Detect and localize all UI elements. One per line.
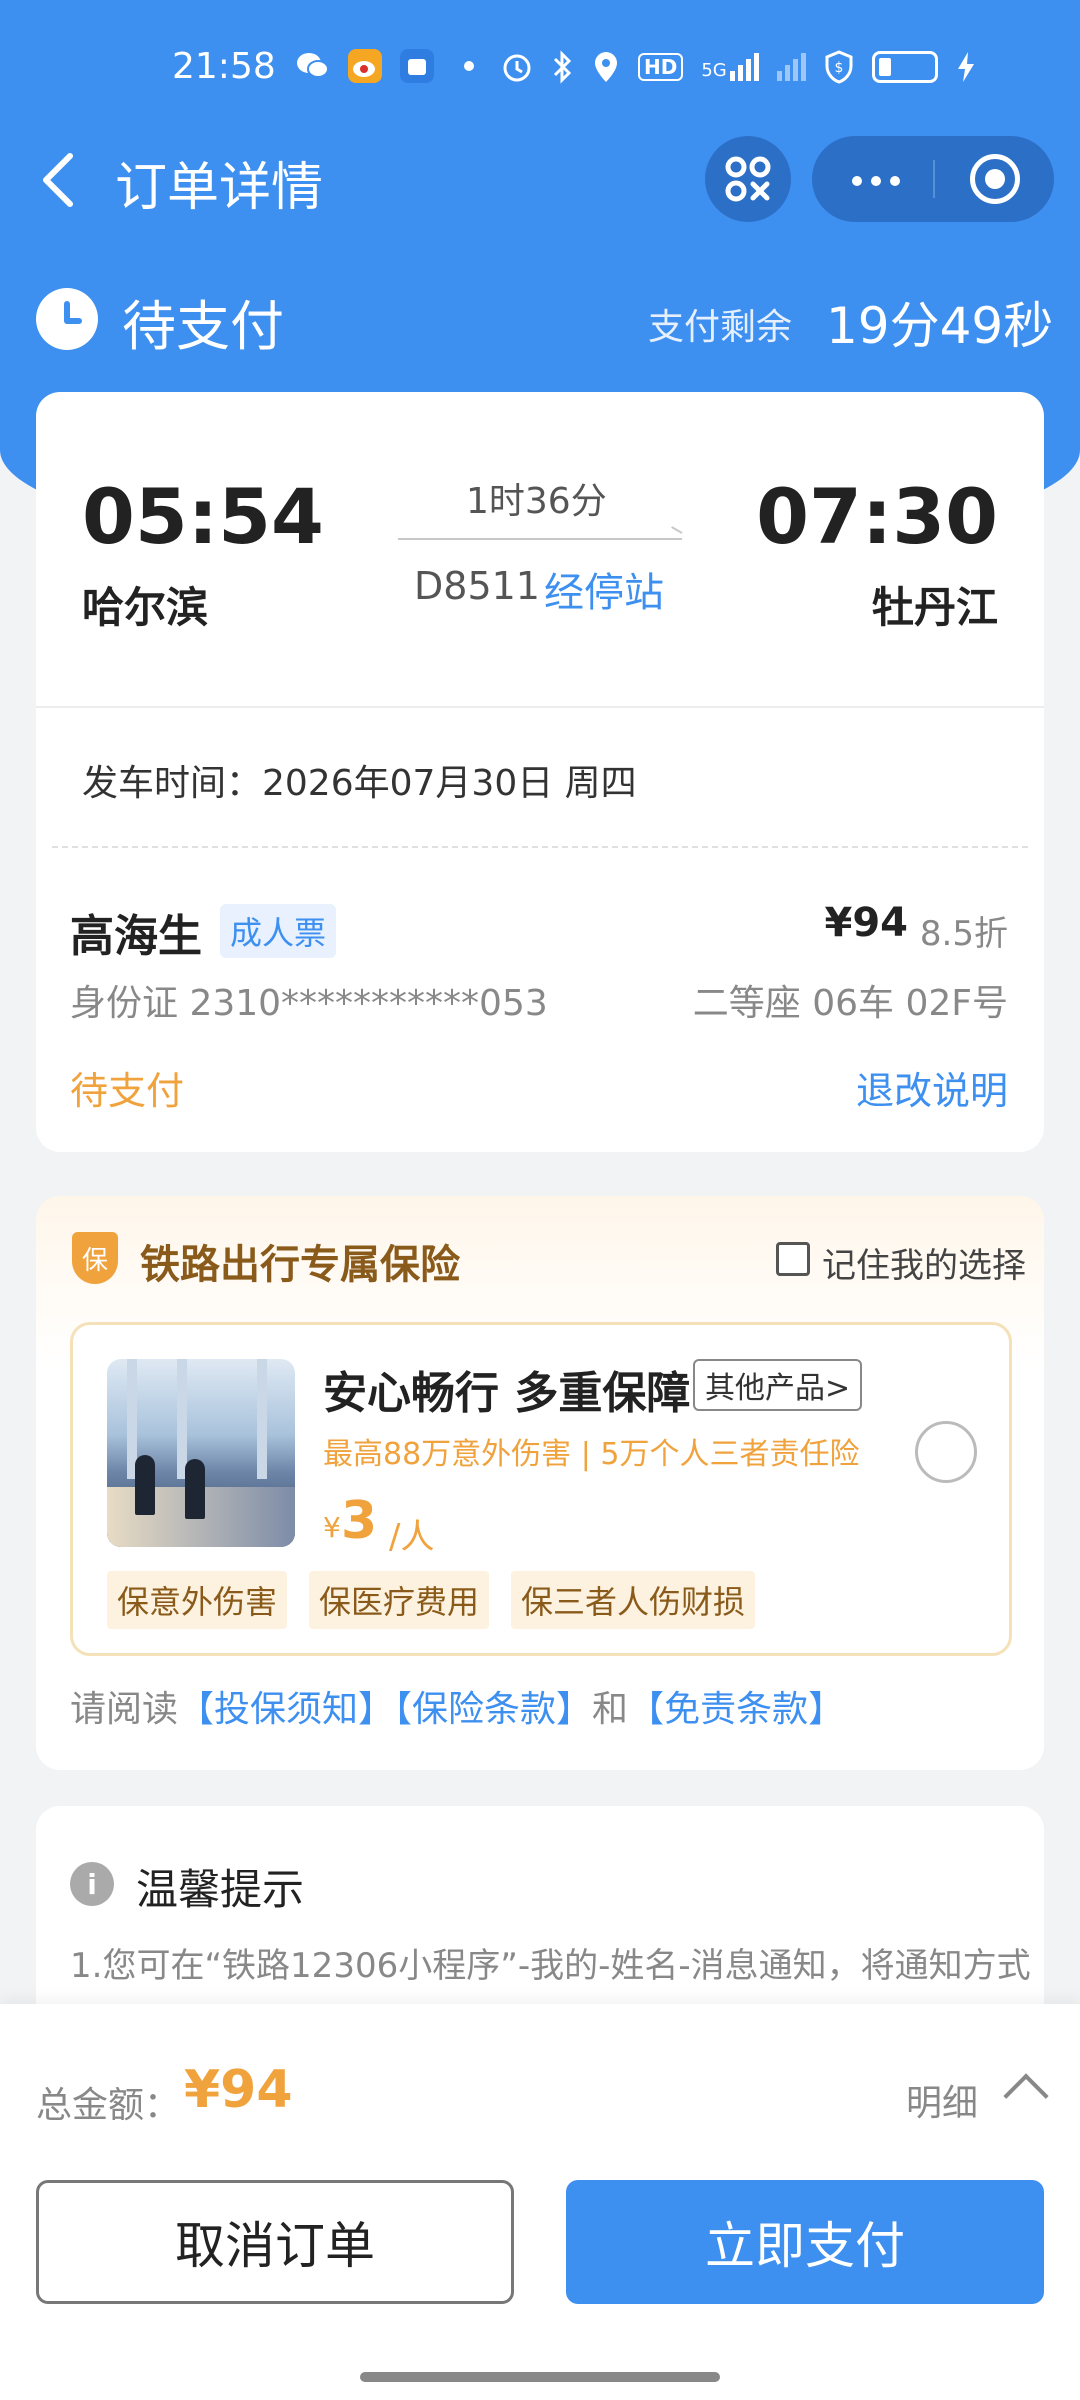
cancel-order-button[interactable]: 取消订单	[36, 2180, 514, 2304]
order-status-label: 待支付	[122, 295, 284, 358]
more-icon[interactable]	[852, 176, 900, 186]
departure-date: 发车时间：2026年07月30日 周四	[82, 763, 637, 804]
alarm-icon	[503, 54, 531, 82]
scan-button[interactable]	[705, 136, 791, 222]
insurance-terms-link[interactable]: 【保险条款】	[394, 1689, 592, 1730]
dashed-divider	[52, 846, 1028, 848]
system-icons: HD 5G $	[500, 50, 976, 84]
shield-icon: $	[825, 50, 853, 84]
seat-info: 二等座 06车 02F号	[692, 983, 1008, 1024]
insurance-price-symbol: ¥	[323, 1511, 341, 1544]
ticket-status: 待支付	[70, 1069, 185, 1113]
ticket-type-badge: 成人票	[220, 904, 337, 958]
detail-toggle[interactable]: 明细	[906, 2074, 978, 2126]
close-miniprogram-icon[interactable]	[970, 154, 1020, 204]
ticket-price: ¥94	[824, 900, 909, 946]
dot-icon	[451, 48, 487, 84]
tips-text: 1.您可在“铁路12306小程序”-我的-姓名-消息通知，将通知方式	[70, 1946, 1031, 1986]
insurance-title: 铁路出行专属保险	[140, 1242, 460, 1288]
wechat-icon	[295, 48, 331, 84]
departure-station: 哈尔滨	[82, 583, 209, 632]
refund-policy-link[interactable]: 退改说明	[856, 1060, 1008, 1115]
insurance-price: 3	[341, 1491, 378, 1551]
remember-choice-label[interactable]: 记住我的选择	[822, 1238, 1026, 1287]
ticket-notch-left	[12, 830, 36, 866]
trip-duration: 1时36分	[466, 481, 607, 522]
remember-choice-checkbox[interactable]	[776, 1242, 810, 1276]
departure-time: 05:54	[82, 472, 324, 561]
bluetooth-icon	[553, 50, 572, 84]
insurance-product[interactable]: 安心畅行 多重保障 其他产品> 最高88万意外伤害 | 5万个人三者责任险 ¥ …	[70, 1322, 1012, 1656]
bottom-bar: 总金额： ¥94 明细 取消订单 立即支付	[0, 2004, 1080, 2400]
insurance-shield-icon: 保	[72, 1232, 118, 1284]
terms-prefix: 请阅读	[70, 1689, 179, 1730]
payment-countdown: 19分49秒	[826, 297, 1054, 355]
arrival-station: 牡丹江	[871, 583, 998, 632]
chevron-up-icon[interactable]	[1003, 2073, 1049, 2119]
ticket-notch-right	[1044, 830, 1068, 866]
notification-icons	[295, 48, 487, 84]
passenger-name: 高海生	[70, 911, 202, 962]
other-products-button[interactable]: 其他产品>	[693, 1359, 863, 1411]
passenger-id: 身份证 2310***********053	[70, 983, 548, 1024]
signal-icon	[776, 53, 806, 81]
page-title: 订单详情	[115, 158, 324, 218]
ticket-discount: 8.5折	[919, 914, 1008, 954]
charging-icon	[957, 52, 974, 82]
insurance-tag: 保三者人伤财损	[511, 1571, 756, 1629]
insurance-terms: 请阅读【投保须知】【保险条款】和【免责条款】	[70, 1680, 844, 1732]
trip-card: 05:54 07:30 哈尔滨 牡丹江 1时36分 D8511 经停站 发车时间…	[36, 392, 1044, 1152]
hd-icon: HD	[638, 53, 684, 81]
capsule-menu	[812, 136, 1054, 222]
stops-link[interactable]: 经停站	[544, 560, 664, 618]
scan-icon	[725, 156, 771, 202]
trip-arrow	[398, 538, 682, 540]
status-time: 21:58	[172, 46, 276, 87]
insurance-notice-link[interactable]: 【投保须知】	[178, 1689, 394, 1730]
terms-and: 和	[592, 1689, 629, 1730]
status-bar: 21:58 HD 5G $	[0, 40, 1080, 100]
train-number: D8511	[414, 564, 540, 608]
exemption-terms-link[interactable]: 【免责条款】	[628, 1689, 844, 1730]
location-icon	[595, 52, 617, 82]
insurance-tags: 保意外伤害 保医疗费用 保三者人伤财损	[107, 1571, 756, 1629]
clock-icon	[36, 288, 98, 350]
insurance-select-radio[interactable]	[915, 1421, 977, 1483]
info-icon: i	[70, 1862, 114, 1906]
insurance-price-unit: /人	[389, 1517, 435, 1557]
app-icon	[399, 48, 435, 84]
insurance-description: 最高88万意外伤害 | 5万个人三者责任险	[323, 1437, 860, 1472]
back-arrow-icon[interactable]	[36, 150, 80, 210]
insurance-product-image	[107, 1359, 295, 1547]
payment-remaining-label: 支付剩余	[648, 307, 793, 348]
total-amount: ¥94	[184, 2060, 293, 2120]
pay-now-button[interactable]: 立即支付	[566, 2180, 1044, 2304]
insurance-product-name: 安心畅行 多重保障	[323, 1368, 691, 1419]
insurance-tag: 保意外伤害	[107, 1571, 288, 1629]
home-indicator[interactable]	[360, 2372, 720, 2382]
battery-icon	[871, 51, 938, 83]
divider	[36, 706, 1044, 708]
capsule-divider	[933, 160, 935, 198]
network-type: 5G	[701, 60, 727, 81]
5g-signal-icon: 5G	[701, 53, 759, 81]
weibo-icon	[347, 48, 383, 84]
insurance-card: 保 铁路出行专属保险 记住我的选择 安心畅行 多重保障 其他产品> 最高88万意…	[36, 1196, 1044, 1770]
arrival-time: 07:30	[756, 472, 998, 561]
total-amount-label: 总金额：	[36, 2085, 181, 2126]
insurance-tag: 保医疗费用	[309, 1571, 490, 1629]
svg-text:$: $	[834, 60, 843, 76]
tips-title: 温馨提示	[136, 1865, 305, 1914]
